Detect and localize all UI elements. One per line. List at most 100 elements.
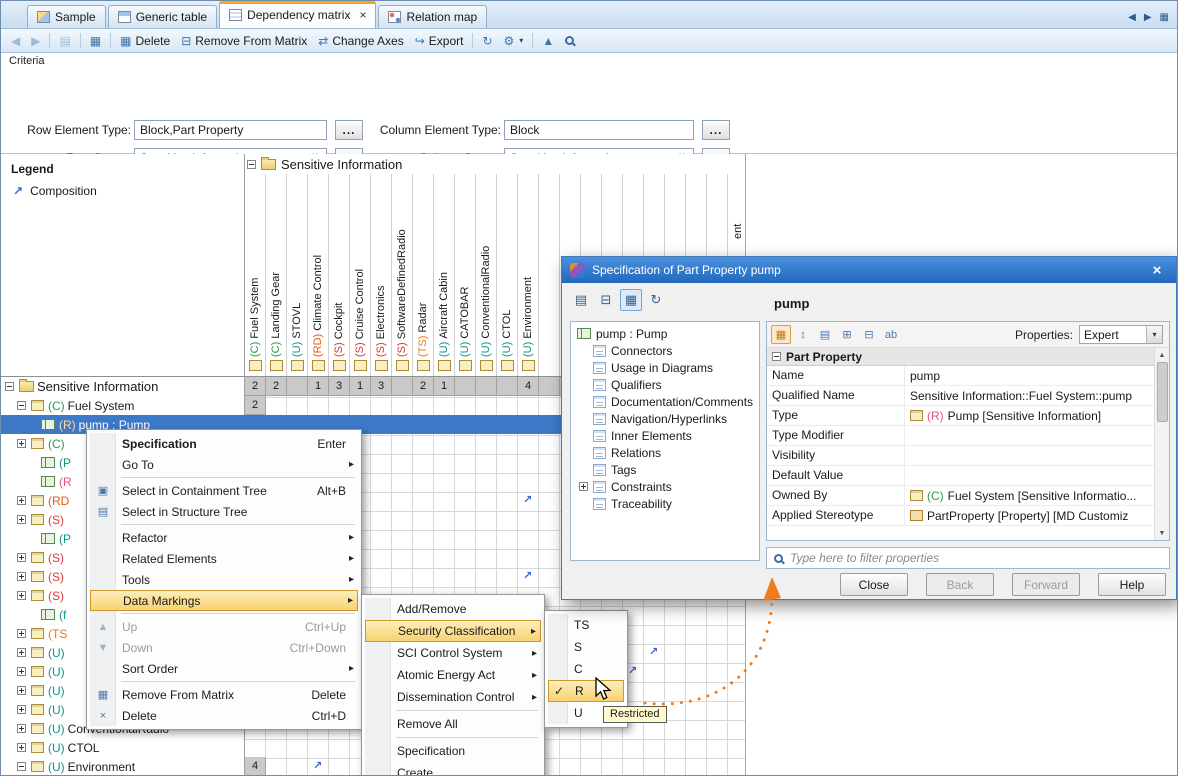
context-menu-item-delete[interactable]: ×DeleteCtrl+D [90, 705, 358, 726]
sort-alphabetically-icon[interactable]: ↕ [793, 325, 813, 344]
history-icon[interactable]: ▤ [570, 289, 592, 311]
show-documentation-icon[interactable]: ▤ [815, 325, 835, 344]
expander-icon[interactable] [17, 553, 26, 562]
expander-icon[interactable] [17, 629, 26, 638]
property-value[interactable]: Sensitive Information::Fuel System::pump [905, 386, 1154, 405]
property-value[interactable]: (C)Fuel System [Sensitive Informatio... [905, 486, 1154, 505]
column-header-conventionalradio[interactable]: (U) ConventionalRadio [476, 174, 497, 357]
expander-icon[interactable] [17, 686, 26, 695]
expander-icon[interactable] [17, 515, 26, 524]
column-header-fuel-system[interactable]: (C) Fuel System [245, 174, 266, 357]
scroll-up-icon[interactable]: ▲ [1159, 348, 1166, 362]
column-header-climate-control[interactable]: (RD) Climate Control [308, 174, 329, 357]
spec-tree-item-connectors[interactable]: Connectors [571, 342, 759, 359]
group-expander-icon[interactable] [772, 352, 781, 361]
toolbar-collapse-criteria-button[interactable]: ▲ [537, 33, 559, 49]
data-markings-item-add-remove[interactable]: Add/Remove [365, 598, 541, 620]
property-value[interactable]: (R)Pump [Sensitive Information] [905, 406, 1154, 425]
column-header-aircraft-cabin[interactable]: (U) Aircraft Cabin [434, 174, 455, 357]
context-menu-item-select-in-structure-tree[interactable]: ▤Select in Structure Tree [90, 501, 358, 522]
help-button[interactable]: Help [1098, 573, 1166, 596]
spec-tree-item-usage-in-diagrams[interactable]: Usage in Diagrams [571, 359, 759, 376]
property-value[interactable] [905, 426, 1154, 445]
scrollbar-thumb[interactable] [1157, 362, 1168, 422]
spec-tree-item-qualifiers[interactable]: Qualifiers [571, 376, 759, 393]
usages-icon[interactable]: ▦ [620, 289, 642, 311]
expander-icon[interactable] [17, 439, 26, 448]
column-element-type-field[interactable]: Block [504, 120, 694, 140]
row-element-type-field[interactable]: Block,Part Property [134, 120, 327, 140]
spec-tree-item-tags[interactable]: Tags [571, 461, 759, 478]
context-menu-item-sort-order[interactable]: Sort Order▸ [90, 658, 358, 679]
context-menu-item-remove-from-matrix[interactable]: ▦Remove From MatrixDelete [90, 684, 358, 705]
security-classification-item-ts[interactable]: TS [548, 614, 624, 636]
refresh-icon[interactable]: ↻ [645, 289, 667, 311]
tab-dependency-matrix[interactable]: Dependency matrix× [219, 1, 376, 28]
column-header-catobar[interactable]: (U) CATOBAR [455, 174, 476, 357]
context-menu-item-specification[interactable]: SpecificationEnter [90, 433, 358, 454]
tab-sample[interactable]: Sample [27, 5, 106, 28]
matrix-row-environment[interactable]: (U)Environment [1, 757, 245, 776]
property-group-header[interactable]: Part Property [767, 348, 1154, 366]
column-header-electronics[interactable]: (S) Electronics [371, 174, 392, 357]
expander-icon[interactable] [17, 496, 26, 505]
data-markings-item-remove-all[interactable]: Remove All [365, 713, 541, 735]
toolbar-refresh-button[interactable]: ↻ [477, 33, 497, 49]
property-value[interactable] [905, 466, 1154, 485]
categorized-view-icon[interactable]: ▦ [771, 325, 791, 344]
data-markings-item-sci-control-system[interactable]: SCI Control System▸ [365, 642, 541, 664]
tab-close-icon[interactable]: × [359, 9, 366, 21]
close-button[interactable]: Close [840, 573, 908, 596]
matrix-row-ctol[interactable]: (U)CTOL [1, 738, 245, 757]
toolbar-search-button[interactable] [560, 34, 579, 47]
scroll-down-icon[interactable]: ▼ [1159, 526, 1166, 540]
context-menu-item-refactor[interactable]: Refactor▸ [90, 527, 358, 548]
collapse-expander-icon[interactable] [5, 382, 14, 391]
security-classification-item-s[interactable]: S [548, 636, 624, 658]
expander-icon[interactable] [17, 724, 26, 733]
column-element-type-browse-button[interactable]: ... [702, 120, 730, 140]
collapse-expander-icon[interactable] [247, 160, 256, 169]
row-element-type-browse-button[interactable]: ... [335, 120, 363, 140]
toolbar-edit-matrix-button[interactable]: ▦ [85, 33, 106, 49]
column-header-radar[interactable]: (TS) Radar [413, 174, 434, 357]
toolbar-change-axes-button[interactable]: ⇄Change Axes [313, 32, 408, 50]
spec-tree-item-relations[interactable]: Relations [571, 444, 759, 461]
expander-icon[interactable] [17, 401, 26, 410]
expander-icon[interactable] [17, 705, 26, 714]
property-value[interactable]: pump [905, 366, 1154, 385]
column-header-softwaredefinedradio[interactable]: (S) SoftwareDefinedRadio [392, 174, 413, 357]
scroll-tabs-left-icon[interactable]: ◀ [1128, 12, 1136, 23]
toolbar-export-button[interactable]: ↪Export [410, 32, 469, 50]
property-value[interactable]: PartProperty [Property] [MD Customiz [905, 506, 1154, 525]
column-header-environment[interactable]: (U) Environment [518, 174, 539, 357]
expander-icon[interactable] [17, 743, 26, 752]
data-markings-item-atomic-energy-act[interactable]: Atomic Energy Act▸ [365, 664, 541, 686]
data-markings-item-dissemination-control[interactable]: Dissemination Control▸ [365, 686, 541, 708]
context-menu-item-go-to[interactable]: Go To▸ [90, 454, 358, 475]
matrix-row-fuel-system[interactable]: (C)Fuel System [1, 396, 245, 415]
expander-icon[interactable] [17, 648, 26, 657]
context-menu-item-select-in-containment-tree[interactable]: ▣Select in Containment TreeAlt+B [90, 480, 358, 501]
expander-icon[interactable] [17, 762, 26, 771]
toolbar-remove-from-matrix-button[interactable]: ⊟Remove From Matrix [176, 32, 312, 50]
data-markings-item-create[interactable]: Create [365, 762, 541, 776]
toolbar-delete-button[interactable]: ▦Delete [115, 32, 175, 50]
spec-tree-root[interactable]: pump : Pump [571, 325, 759, 342]
properties-mode-select[interactable]: Expert▾ [1079, 325, 1163, 344]
context-menu-item-related-elements[interactable]: Related Elements▸ [90, 548, 358, 569]
column-root-node[interactable]: Sensitive Information [247, 157, 402, 172]
properties-scrollbar[interactable]: ▲ ▼ [1154, 348, 1169, 540]
properties-filter-input[interactable]: Type here to filter properties [766, 547, 1170, 569]
property-value[interactable] [905, 446, 1154, 465]
collapse-all-icon[interactable]: ⊟ [859, 325, 879, 344]
spec-tree-item-navigation-hyperlinks[interactable]: Navigation/Hyperlinks [571, 410, 759, 427]
spec-tree-item-constraints[interactable]: Constraints [571, 478, 759, 495]
expander-icon[interactable] [17, 667, 26, 676]
tab-generic-table[interactable]: Generic table [108, 5, 217, 28]
spec-tree-item-documentation-comments[interactable]: Documentation/Comments [571, 393, 759, 410]
context-menu-item-tools[interactable]: Tools▸ [90, 569, 358, 590]
expander-icon[interactable] [579, 482, 588, 491]
show-abbreviations-icon[interactable]: ab [881, 325, 901, 344]
matrix-row-sensitive-information[interactable]: Sensitive Information [1, 377, 245, 396]
